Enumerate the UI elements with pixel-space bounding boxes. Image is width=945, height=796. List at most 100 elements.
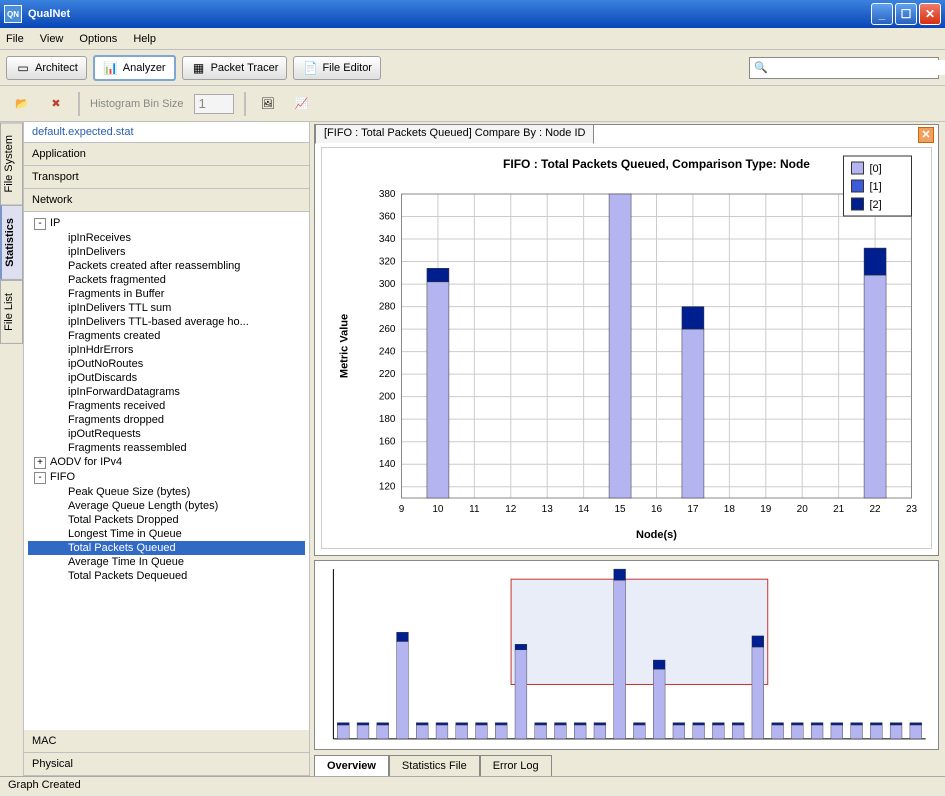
- section-network[interactable]: Network: [24, 189, 309, 212]
- svg-text:10: 10: [432, 504, 444, 515]
- tree-fifo-item[interactable]: Longest Time in Queue: [28, 527, 305, 541]
- svg-text:23: 23: [906, 504, 918, 515]
- maximize-button[interactable]: ☐: [895, 3, 917, 25]
- tab-overview[interactable]: Overview: [314, 755, 389, 776]
- chart-close-button[interactable]: ✕: [918, 127, 934, 143]
- tree-aodv[interactable]: +AODV for IPv4: [28, 455, 305, 470]
- tree-fifo[interactable]: -FIFO: [28, 470, 305, 485]
- analyzer-icon: 📊: [103, 60, 119, 76]
- chart-tab[interactable]: [FIFO : Total Packets Queued] Compare By…: [315, 124, 594, 144]
- search-icon: 🔍: [754, 61, 768, 74]
- tab-file-list[interactable]: File List: [0, 280, 23, 344]
- svg-text:180: 180: [379, 414, 396, 425]
- tree-ip-item[interactable]: Packets created after reassembling: [28, 259, 305, 273]
- packet-tracer-label: Packet Tracer: [211, 62, 279, 74]
- picture-button[interactable]: 🖼: [256, 92, 280, 116]
- tree-ip-item[interactable]: ipInReceives: [28, 231, 305, 245]
- main-chart-svg: 1201401601802002202402602803003203403603…: [322, 148, 931, 548]
- stat-file-name[interactable]: default.expected.stat: [24, 122, 309, 143]
- svg-text:300: 300: [379, 279, 396, 290]
- overview-svg: [315, 561, 938, 749]
- stat-tree[interactable]: -IPipInReceivesipInDeliversPackets creat…: [24, 212, 309, 730]
- tree-ip-item[interactable]: Fragments reassembled: [28, 441, 305, 455]
- tree-ip-item[interactable]: ipInHdrErrors: [28, 343, 305, 357]
- bin-size-label: Histogram Bin Size: [90, 98, 184, 110]
- overview-pane[interactable]: [314, 560, 939, 750]
- tree-ip[interactable]: -IP: [28, 216, 305, 231]
- bottom-tabs: Overview Statistics File Error Log: [314, 752, 939, 776]
- tree-fifo-item[interactable]: Peak Queue Size (bytes): [28, 485, 305, 499]
- tab-statistics[interactable]: Statistics: [0, 205, 23, 280]
- close-button[interactable]: ✕: [919, 3, 941, 25]
- section-transport[interactable]: Transport: [24, 166, 309, 189]
- tab-file-system[interactable]: File System: [0, 122, 23, 205]
- svg-text:[2]: [2]: [870, 199, 882, 211]
- tree-fifo-item[interactable]: Total Packets Queued: [28, 541, 305, 555]
- tree-fifo-item[interactable]: Total Packets Dequeued: [28, 569, 305, 583]
- tree-ip-item[interactable]: ipInForwardDatagrams: [28, 385, 305, 399]
- architect-button[interactable]: ▭Architect: [6, 56, 87, 80]
- tree-ip-item[interactable]: Fragments received: [28, 399, 305, 413]
- svg-text:260: 260: [379, 324, 396, 335]
- folder-icon: 📂: [15, 97, 29, 110]
- menu-file[interactable]: File: [6, 33, 24, 45]
- svg-text:16: 16: [651, 504, 663, 515]
- architect-icon: ▭: [15, 60, 31, 76]
- svg-text:14: 14: [578, 504, 590, 515]
- packet-tracer-button[interactable]: ▦ Packet Tracer: [182, 56, 288, 80]
- side-tabs: File System Statistics File List: [0, 122, 24, 776]
- tree-fifo-item[interactable]: Average Queue Length (bytes): [28, 499, 305, 513]
- svg-text:21: 21: [833, 504, 845, 515]
- search-input[interactable]: 🔍: [749, 57, 939, 79]
- section-application[interactable]: Application: [24, 143, 309, 166]
- tree-ip-item[interactable]: Fragments created: [28, 329, 305, 343]
- tree-ip-item[interactable]: ipInDelivers: [28, 245, 305, 259]
- delete-icon: ✖: [51, 97, 60, 110]
- svg-text:160: 160: [379, 437, 396, 448]
- tab-error-log[interactable]: Error Log: [480, 755, 552, 776]
- bin-size-input[interactable]: [194, 94, 234, 114]
- status-bar: Graph Created: [0, 776, 945, 796]
- tree-ip-item[interactable]: Fragments in Buffer: [28, 287, 305, 301]
- tree-ip-item[interactable]: Fragments dropped: [28, 413, 305, 427]
- svg-text:200: 200: [379, 392, 396, 403]
- tree-fifo-item[interactable]: Total Packets Dropped: [28, 513, 305, 527]
- svg-text:11: 11: [469, 504, 480, 515]
- chart-button[interactable]: 📈: [290, 92, 314, 116]
- svg-text:[0]: [0]: [870, 163, 882, 175]
- tree-fifo-item[interactable]: Average Time In Queue: [28, 555, 305, 569]
- minimize-button[interactable]: _: [871, 3, 893, 25]
- svg-text:140: 140: [379, 459, 396, 470]
- svg-text:Node(s): Node(s): [636, 529, 677, 541]
- packet-tracer-icon: ▦: [191, 60, 207, 76]
- open-folder-button[interactable]: 📂: [10, 92, 34, 116]
- menu-help[interactable]: Help: [133, 33, 156, 45]
- menu-options[interactable]: Options: [79, 33, 117, 45]
- tree-ip-item[interactable]: ipInDelivers TTL-based average ho...: [28, 315, 305, 329]
- svg-text:20: 20: [797, 504, 809, 515]
- sidebar: default.expected.stat Application Transp…: [24, 122, 310, 776]
- chart-pane: [FIFO : Total Packets Queued] Compare By…: [314, 124, 939, 556]
- tab-statistics-file[interactable]: Statistics File: [389, 755, 480, 776]
- menu-view[interactable]: View: [40, 33, 64, 45]
- tree-ip-item[interactable]: ipOutDiscards: [28, 371, 305, 385]
- file-editor-button[interactable]: 📄File Editor: [293, 56, 381, 80]
- main-area: File System Statistics File List default…: [0, 122, 945, 776]
- analyzer-button[interactable]: 📊Analyzer: [93, 55, 176, 81]
- svg-text:340: 340: [379, 234, 396, 245]
- section-mac[interactable]: MAC: [24, 730, 309, 753]
- svg-text:320: 320: [379, 257, 396, 268]
- tree-ip-item[interactable]: ipInDelivers TTL sum: [28, 301, 305, 315]
- svg-text:[1]: [1]: [870, 181, 882, 193]
- tree-ip-item[interactable]: Packets fragmented: [28, 273, 305, 287]
- svg-text:FIFO : Total Packets Queued,: FIFO : Total Packets Queued, Comparison …: [503, 157, 810, 171]
- delete-button[interactable]: ✖: [44, 92, 68, 116]
- section-physical[interactable]: Physical: [24, 753, 309, 776]
- svg-text:220: 220: [379, 369, 396, 380]
- svg-text:Metric Value: Metric Value: [339, 314, 351, 378]
- menu-bar: File View Options Help: [0, 28, 945, 50]
- app-icon: QN: [4, 5, 22, 23]
- svg-text:17: 17: [687, 504, 699, 515]
- tree-ip-item[interactable]: ipOutNoRoutes: [28, 357, 305, 371]
- tree-ip-item[interactable]: ipOutRequests: [28, 427, 305, 441]
